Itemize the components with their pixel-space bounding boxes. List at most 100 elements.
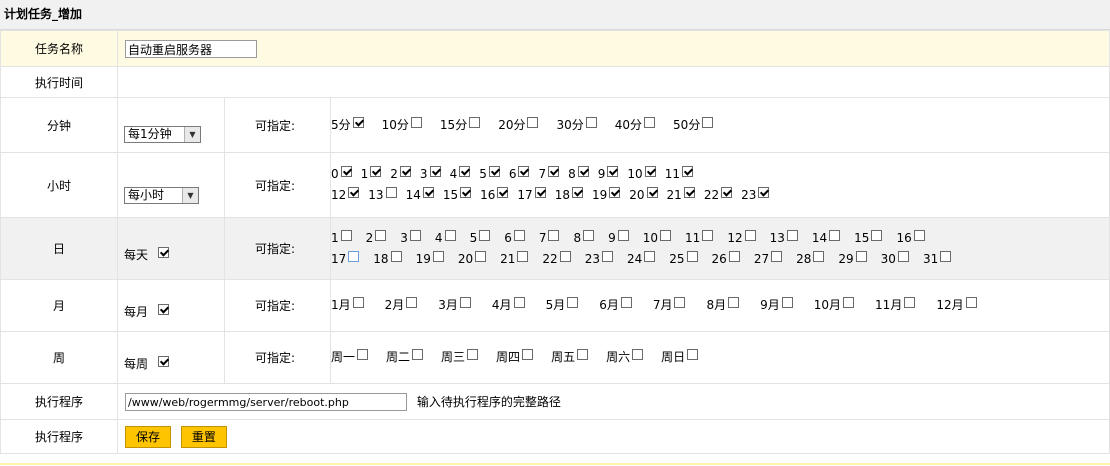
hour-option[interactable]: 21 <box>667 185 695 206</box>
hour-option[interactable]: 11 <box>665 164 693 185</box>
day-option-checkbox[interactable] <box>479 229 491 241</box>
month-option-checkbox[interactable] <box>567 297 579 308</box>
week-option[interactable]: 周五 <box>551 347 589 368</box>
day-option[interactable]: 26 <box>712 249 740 270</box>
hour-option-checkbox[interactable] <box>488 166 500 177</box>
hour-option[interactable]: 2 <box>390 164 411 185</box>
day-option[interactable]: 19 <box>416 249 444 270</box>
day-option[interactable]: 4 <box>435 228 456 249</box>
day-option[interactable]: 3 <box>400 228 421 249</box>
hour-option[interactable]: 20 <box>629 185 658 206</box>
hour-option-checkbox[interactable] <box>518 166 530 177</box>
day-option[interactable]: 24 <box>627 249 656 270</box>
hour-option[interactable]: 3 <box>420 164 441 185</box>
hour-option-checkbox[interactable] <box>348 187 360 198</box>
hour-option-checkbox[interactable] <box>683 187 695 198</box>
month-option[interactable]: 10月 <box>814 295 855 316</box>
hour-option-checkbox[interactable] <box>429 166 441 177</box>
hour-option[interactable]: 5 <box>479 164 500 185</box>
hour-option-checkbox[interactable] <box>459 166 471 177</box>
hour-option[interactable]: 9 <box>598 164 619 185</box>
hour-option-checkbox[interactable] <box>534 187 546 198</box>
day-option[interactable]: 23 <box>585 249 613 270</box>
hour-option[interactable]: 19 <box>592 185 621 206</box>
month-option-checkbox[interactable] <box>406 297 418 308</box>
every-month-checkbox[interactable] <box>157 304 169 315</box>
day-option[interactable]: 5 <box>470 228 491 249</box>
day-option[interactable]: 29 <box>838 249 867 270</box>
minute-option[interactable]: 30分 <box>556 115 597 136</box>
month-option[interactable]: 6月 <box>599 295 632 316</box>
month-option[interactable]: 4月 <box>492 295 525 316</box>
day-option-checkbox[interactable] <box>375 229 387 241</box>
save-button[interactable]: 保存 <box>125 425 172 448</box>
day-option-checkbox[interactable] <box>771 250 783 262</box>
day-option-checkbox[interactable] <box>728 250 740 262</box>
month-option[interactable]: 3月 <box>438 295 471 316</box>
day-option[interactable]: 21 <box>500 249 529 270</box>
day-option[interactable]: 1 <box>331 228 352 249</box>
month-option-checkbox[interactable] <box>781 297 793 308</box>
hour-option[interactable]: 23 <box>741 185 770 206</box>
hour-option[interactable]: 22 <box>704 185 733 206</box>
hour-option-checkbox[interactable] <box>370 166 382 177</box>
hour-option[interactable]: 16 <box>480 185 509 206</box>
minute-option-checkbox[interactable] <box>585 116 597 128</box>
day-option-checkbox[interactable] <box>813 250 825 262</box>
day-option-checkbox[interactable] <box>686 250 698 262</box>
day-option-checkbox[interactable] <box>559 250 571 262</box>
month-option[interactable]: 11月 <box>875 295 916 316</box>
day-option-checkbox[interactable] <box>660 229 672 241</box>
minute-option-checkbox[interactable] <box>352 116 364 128</box>
week-option-checkbox[interactable] <box>467 349 479 360</box>
hour-option[interactable]: 0 <box>331 164 352 185</box>
day-option[interactable]: 16 <box>896 228 925 249</box>
day-option-checkbox[interactable] <box>744 229 756 241</box>
minute-option[interactable]: 15分 <box>440 115 481 136</box>
day-option[interactable]: 30 <box>881 249 909 270</box>
minute-option[interactable]: 10分 <box>382 115 422 136</box>
day-option-checkbox[interactable] <box>444 229 456 241</box>
hour-option-checkbox[interactable] <box>721 187 733 198</box>
day-option-checkbox[interactable] <box>786 229 798 241</box>
day-option[interactable]: 9 <box>608 228 629 249</box>
minute-option[interactable]: 50分 <box>673 115 714 136</box>
hour-option-checkbox[interactable] <box>758 187 770 198</box>
month-option-checkbox[interactable] <box>620 297 632 308</box>
day-option-checkbox[interactable] <box>340 229 352 241</box>
hour-select[interactable]: 每小时 ▼ <box>124 186 199 204</box>
day-option[interactable]: 25 <box>669 249 698 270</box>
hour-option[interactable]: 8 <box>568 164 589 185</box>
day-option[interactable]: 22 <box>542 249 571 270</box>
day-option[interactable]: 13 <box>770 228 798 249</box>
day-option[interactable]: 10 <box>643 228 672 249</box>
day-option-checkbox[interactable] <box>513 229 525 241</box>
hour-option-checkbox[interactable] <box>548 166 560 177</box>
minute-option-checkbox[interactable] <box>410 116 422 128</box>
month-option[interactable]: 9月 <box>760 295 793 316</box>
day-option[interactable]: 11 <box>685 228 714 249</box>
day-option[interactable]: 31 <box>923 249 952 270</box>
day-option-checkbox[interactable] <box>871 229 883 241</box>
day-option[interactable]: 7 <box>539 228 560 249</box>
every-week-checkbox[interactable] <box>157 356 169 367</box>
hour-option-checkbox[interactable] <box>577 166 589 177</box>
day-option-checkbox[interactable] <box>829 229 841 241</box>
hour-option-checkbox[interactable] <box>681 166 693 177</box>
hour-option[interactable]: 6 <box>509 164 530 185</box>
month-option-checkbox[interactable] <box>352 297 364 308</box>
hour-option[interactable]: 17 <box>517 185 546 206</box>
day-option-checkbox[interactable] <box>583 229 595 241</box>
hour-option-checkbox[interactable] <box>460 187 472 198</box>
month-option-checkbox[interactable] <box>843 297 855 308</box>
day-option-checkbox[interactable] <box>517 250 529 262</box>
month-option[interactable]: 2月 <box>385 295 418 316</box>
day-option-checkbox[interactable] <box>940 250 952 262</box>
hour-option[interactable]: 4 <box>450 164 471 185</box>
reset-button[interactable]: 重置 <box>180 425 227 448</box>
month-option[interactable]: 8月 <box>706 295 740 316</box>
day-option-checkbox[interactable] <box>601 250 613 262</box>
day-option[interactable]: 12 <box>727 228 756 249</box>
hour-option-checkbox[interactable] <box>497 187 509 198</box>
hour-option-checkbox[interactable] <box>422 187 434 198</box>
